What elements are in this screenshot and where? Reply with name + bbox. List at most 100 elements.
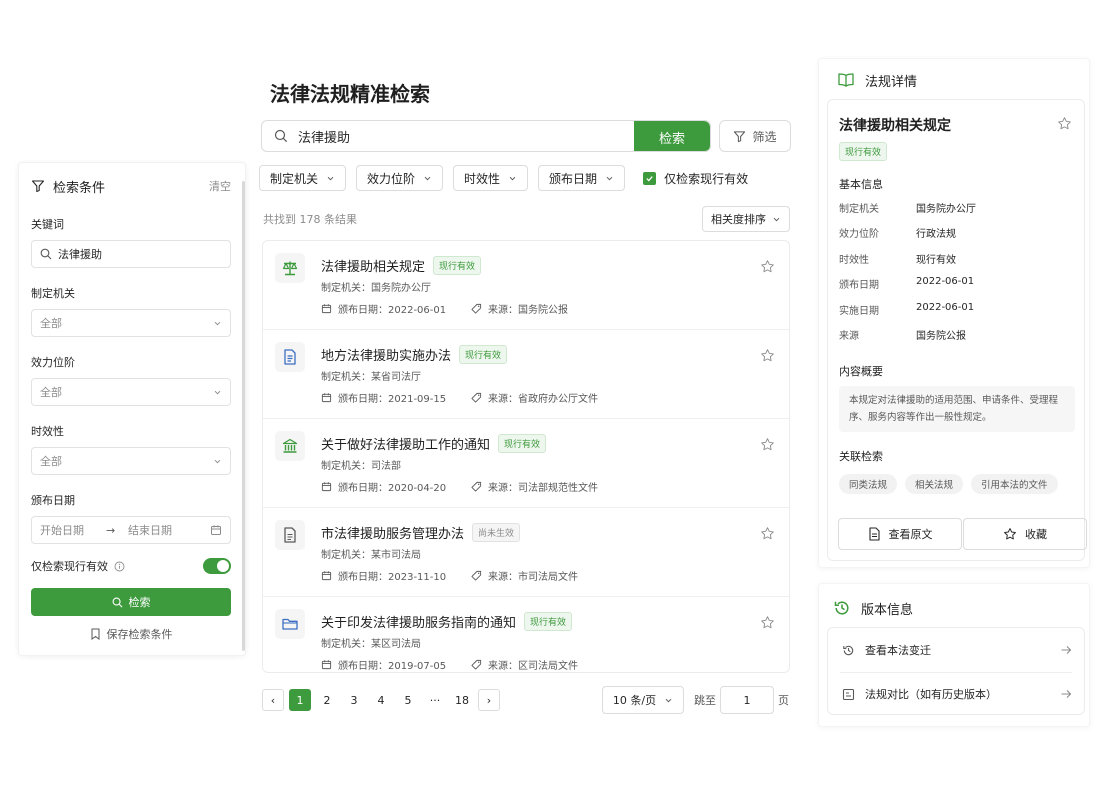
result-date: 颁布日期：2020-04-20 — [338, 483, 447, 494]
result-item[interactable]: 市法律援助服务管理办法 尚未生效 制定机关：某市司法局 颁布日期：2023-11-… — [263, 508, 789, 597]
version-compare-item[interactable]: 法规对比（如有历史版本） — [828, 672, 1084, 716]
result-date: 颁布日期：2019-07-05 — [338, 661, 447, 672]
info-key: 时效性 — [839, 255, 869, 266]
sort-select[interactable]: 相关度排序 — [702, 206, 790, 232]
level-select[interactable]: 全部 — [31, 378, 231, 406]
star-icon[interactable] — [1057, 116, 1072, 131]
date-end-input[interactable]: 结束日期 — [128, 522, 210, 538]
info-row: 实施日期 2022-06-01 — [839, 302, 974, 317]
status-badge: 现行有效 — [498, 434, 547, 453]
tag-icon — [471, 481, 488, 492]
main-search-input[interactable]: 法律援助 检索 — [261, 120, 711, 152]
page-button-1[interactable]: 1 — [289, 689, 311, 711]
validity-select[interactable]: 全部 — [31, 447, 231, 475]
info-row: 制定机关 国务院办公厅 — [839, 200, 976, 215]
star-icon[interactable] — [760, 526, 775, 541]
result-source: 来源：省政府办公厅文件 — [488, 394, 598, 405]
chevron-down-icon — [213, 457, 222, 466]
result-title[interactable]: 法律援助相关规定 — [321, 256, 425, 275]
date-start-input[interactable]: 开始日期 — [40, 522, 106, 538]
authority-select[interactable]: 全部 — [31, 309, 231, 337]
star-icon[interactable] — [760, 259, 775, 274]
related-tag[interactable]: 相关法规 — [905, 474, 964, 494]
file-icon — [275, 520, 305, 550]
result-title[interactable]: 关于做好法律援助工作的通知 — [321, 434, 490, 453]
result-authority: 制定机关：某市司法局 — [321, 550, 421, 561]
result-item[interactable]: 关于做好法律援助工作的通知 现行有效 制定机关：司法部 颁布日期：2020-04-… — [263, 419, 789, 508]
date-range-picker[interactable]: 开始日期 → 结束日期 — [31, 516, 231, 544]
only-valid-toggle[interactable] — [203, 558, 231, 574]
prev-page-button[interactable]: ‹ — [262, 689, 284, 711]
jump-page-input[interactable]: 1 — [720, 686, 774, 714]
detail-panel-title: 法规详情 — [865, 74, 918, 90]
version-panel-header: 版本信息 — [833, 598, 913, 618]
filter-button[interactable]: 筛选 — [719, 120, 791, 152]
info-value: 2022-06-01 — [916, 302, 975, 313]
result-date: 颁布日期：2021-09-15 — [338, 394, 447, 405]
info-icon[interactable] — [114, 561, 125, 572]
favorite-button[interactable]: 收藏 — [963, 518, 1087, 550]
calendar-icon[interactable] — [210, 524, 222, 536]
star-icon[interactable] — [760, 437, 775, 452]
detail-title: 法律援助相关规定 — [839, 118, 951, 134]
save-conditions-button[interactable]: 保存检索条件 — [31, 626, 231, 642]
search-icon — [274, 129, 288, 143]
compare-icon — [842, 688, 855, 700]
chip-validity[interactable]: 时效性 — [453, 165, 529, 191]
tag-icon — [471, 659, 488, 670]
star-icon[interactable] — [760, 615, 775, 630]
result-item[interactable]: 法律援助相关规定 现行有效 制定机关：国务院办公厅 颁布日期：2022-06-01… — [263, 241, 789, 330]
page-size-value: 10 条/页 — [612, 694, 657, 707]
result-item[interactable]: 关于印发法律援助服务指南的通知 现行有效 制定机关：某区司法局 颁布日期：2019… — [263, 597, 789, 686]
calendar-icon — [321, 481, 338, 492]
page-button-5[interactable]: 5 — [397, 689, 419, 711]
pagination: ‹ 1 2 3 4 5 ··· 18 › — [262, 689, 505, 711]
info-value: 现行有效 — [916, 255, 956, 266]
chevron-down-icon — [213, 388, 222, 397]
related-tag[interactable]: 同类法规 — [839, 474, 898, 494]
result-authority: 制定机关：国务院办公厅 — [321, 283, 431, 294]
clear-button[interactable]: 清空 — [209, 178, 231, 194]
institution-icon — [275, 431, 305, 461]
page-size-select[interactable]: 10 条/页 — [602, 686, 684, 714]
page-button-3[interactable]: 3 — [343, 689, 365, 711]
chevron-down-icon — [508, 174, 517, 183]
keyword-input[interactable]: 法律援助 — [31, 240, 231, 268]
chevron-down-icon — [326, 174, 335, 183]
page-button-4[interactable]: 4 — [370, 689, 392, 711]
page-button-last[interactable]: 18 — [451, 689, 473, 711]
result-title[interactable]: 关于印发法律援助服务指南的通知 — [321, 612, 516, 631]
related-tag[interactable]: 引用本法的文件 — [971, 474, 1058, 494]
chip-level[interactable]: 效力位阶 — [356, 165, 444, 191]
version-compare-label: 法规对比（如有历史版本） — [865, 688, 997, 701]
page-ellipsis: ··· — [429, 693, 441, 707]
filter-panel-scrollbar[interactable] — [242, 181, 245, 651]
status-badge: 现行有效 — [839, 142, 888, 161]
star-icon[interactable] — [760, 348, 775, 363]
result-source: 来源：区司法局文件 — [488, 661, 578, 672]
result-item[interactable]: 地方法律援助实施办法 现行有效 制定机关：某省司法厅 颁布日期：2021-09-1… — [263, 330, 789, 419]
page-button-2[interactable]: 2 — [316, 689, 338, 711]
chip-date[interactable]: 颁布日期 — [538, 165, 626, 191]
info-row: 效力位阶 行政法规 — [839, 225, 956, 240]
version-panel: 版本信息 查看本法变迁 法规对比（如有历史版本） — [818, 583, 1090, 727]
keyword-label: 关键词 — [31, 218, 64, 231]
chip-authority[interactable]: 制定机关 — [259, 165, 347, 191]
version-panel-title: 版本信息 — [861, 602, 914, 618]
filter-search-button[interactable]: 检索 — [31, 588, 231, 616]
result-source: 来源：司法部规范性文件 — [488, 483, 598, 494]
date-range-arrow: → — [106, 523, 116, 537]
calendar-icon — [321, 392, 338, 403]
next-page-button[interactable]: › — [478, 689, 500, 711]
result-authority: 制定机关：某区司法局 — [321, 639, 421, 650]
bookmark-icon — [90, 628, 101, 640]
filter-panel-header: 检索条件 清空 — [31, 163, 231, 209]
tag-icon — [471, 570, 488, 581]
main-search-button[interactable]: 检索 — [634, 121, 710, 151]
only-valid-checkbox[interactable]: 仅检索现行有效 — [643, 170, 748, 187]
version-history-item[interactable]: 查看本法变迁 — [828, 628, 1084, 672]
result-title[interactable]: 市法律援助服务管理办法 — [321, 523, 464, 542]
history-icon — [843, 645, 854, 655]
result-title[interactable]: 地方法律援助实施办法 — [321, 345, 451, 364]
view-original-button[interactable]: 查看原文 — [838, 518, 962, 550]
